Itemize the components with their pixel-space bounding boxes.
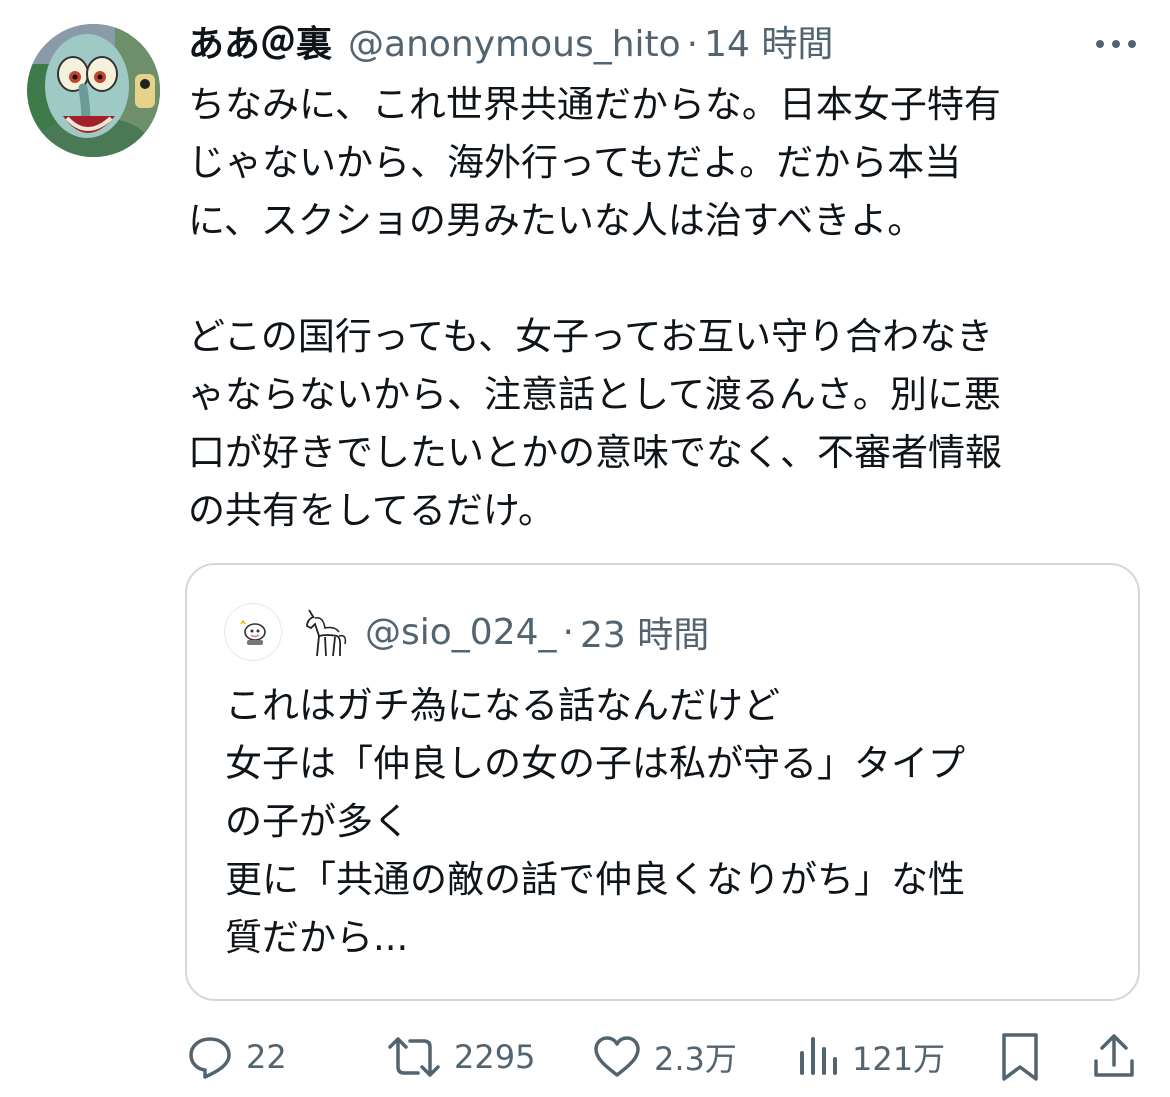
ellipsis-icon <box>1096 40 1136 48</box>
reply-icon <box>189 1037 231 1079</box>
quoted-tweet[interactable]: @sio_024_ · 23 時間 これはガチ為になる話なんだけど 女子は「仲良… <box>185 563 1140 1001</box>
tweet: ああ＠裏 @anonymous_hito · 14 時間 ちなみに、これ世界共通… <box>0 0 1170 1097</box>
timestamp[interactable]: 14 時間 <box>704 18 833 72</box>
share-icon <box>1094 1034 1134 1077</box>
display-name[interactable]: ああ＠裏 <box>188 18 332 72</box>
bookmark-icon <box>1002 1033 1038 1081</box>
quote-user-handle[interactable]: @sio_024_ <box>365 612 557 653</box>
quote-separator-dot: · <box>562 611 574 653</box>
like-button[interactable]: 2.3万 <box>592 1025 737 1089</box>
reply-count: 22 <box>246 1038 287 1076</box>
analytics-icon <box>800 1037 837 1075</box>
retweet-icon <box>388 1037 440 1077</box>
quote-avatar[interactable] <box>224 603 282 661</box>
quote-text: これはガチ為になる話なんだけど 女子は「仲良しの女の子は私が守る」タイプ の子が… <box>225 684 965 959</box>
separator-dot: · <box>686 24 699 65</box>
retweet-count: 2295 <box>454 1038 536 1076</box>
share-button[interactable] <box>1090 1025 1138 1089</box>
tweet-text: ちなみに、これ世界共通だからな。日本女子特有 じゃないから、海外行ってもだよ。だ… <box>188 83 1002 532</box>
heart-icon <box>594 1036 640 1077</box>
views-button[interactable]: 121万 <box>796 1025 945 1089</box>
user-handle[interactable]: @anonymous_hito <box>348 18 681 72</box>
quote-header: @sio_024_ · 23 時間 <box>295 602 709 662</box>
unicorn-icon <box>306 609 347 657</box>
bookmark-button[interactable] <box>998 1025 1042 1089</box>
quote-timestamp[interactable]: 23 時間 <box>580 606 709 658</box>
more-options-button[interactable] <box>1090 28 1142 60</box>
retweet-button[interactable]: 2295 <box>386 1025 535 1089</box>
view-count: 121万 <box>852 1040 946 1078</box>
reply-button[interactable]: 22 <box>186 1025 287 1089</box>
quote-avatar-image <box>225 604 281 660</box>
like-count: 2.3万 <box>654 1040 737 1078</box>
tweet-header: ああ＠裏 @anonymous_hito · 14 時間 <box>188 18 833 72</box>
avatar-image <box>27 24 160 157</box>
avatar[interactable] <box>27 24 160 157</box>
action-bar: 22 2295 2.3万 121万 <box>0 1025 1170 1089</box>
